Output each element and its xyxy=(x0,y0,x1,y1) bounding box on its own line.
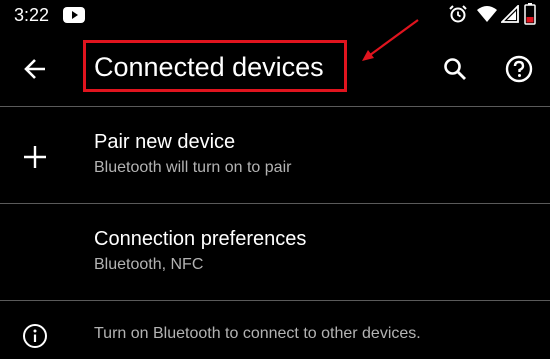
app-bar: Connected devices xyxy=(0,30,550,106)
status-clock: 3:22 xyxy=(14,5,50,25)
footer-text: Turn on Bluetooth to connect to other de… xyxy=(94,325,421,342)
help-icon xyxy=(505,55,533,83)
item-subtitle: Bluetooth will turn on to pair xyxy=(94,159,292,176)
item-title: Connection preferences xyxy=(94,228,307,250)
plus-icon xyxy=(24,146,46,168)
alarm-icon xyxy=(449,5,467,23)
back-arrow-icon xyxy=(24,59,45,79)
back-button[interactable] xyxy=(16,50,54,88)
item-title: Pair new device xyxy=(94,131,236,153)
page-title: Connected devices xyxy=(94,52,324,82)
battery-icon xyxy=(524,3,536,25)
wifi-icon xyxy=(477,6,497,22)
divider xyxy=(0,300,550,301)
item-subtitle: Bluetooth, NFC xyxy=(94,256,204,273)
help-button[interactable] xyxy=(500,50,538,88)
youtube-icon xyxy=(63,7,85,23)
search-icon xyxy=(444,58,466,80)
screen: 3:22 Connected devices Pair new device B… xyxy=(0,0,550,359)
list-item-pair-new-device[interactable]: Pair new device Bluetooth will turn on t… xyxy=(0,107,550,203)
signal-icon xyxy=(501,5,519,23)
search-button[interactable] xyxy=(436,50,474,88)
status-bar: 3:22 xyxy=(0,0,550,30)
footer-info-row: Turn on Bluetooth to connect to other de… xyxy=(0,305,550,359)
info-icon xyxy=(23,324,47,348)
list-item-connection-preferences[interactable]: Connection preferences Bluetooth, NFC xyxy=(0,204,550,300)
